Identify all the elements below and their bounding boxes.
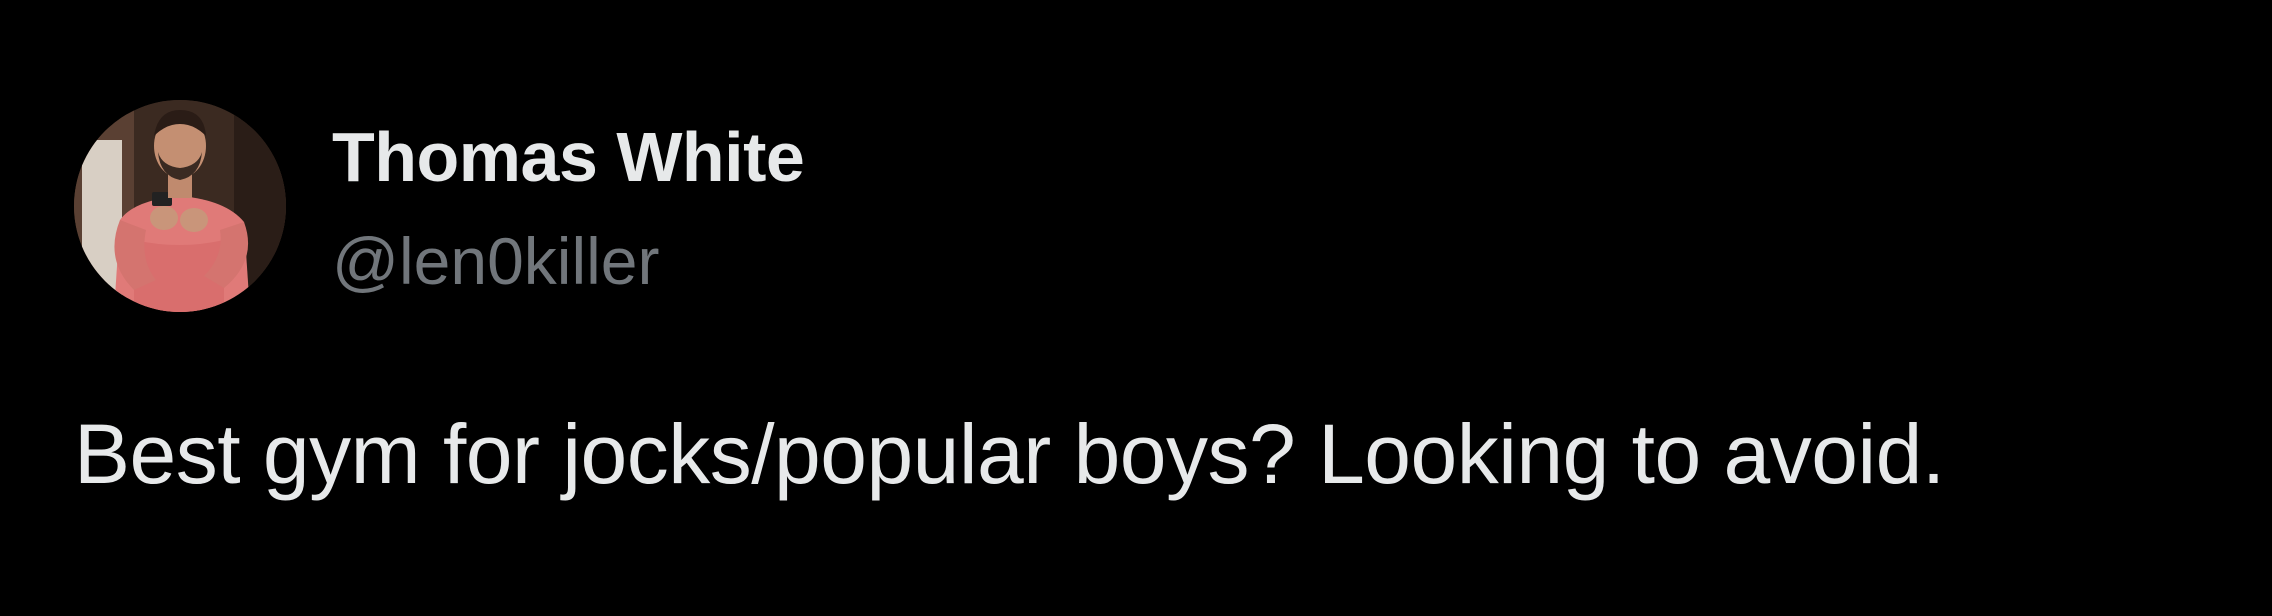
user-handle[interactable]: @len0killer <box>332 218 659 304</box>
avatar[interactable] <box>74 100 286 312</box>
avatar-photo <box>74 100 286 312</box>
tweet-card: Thomas White @len0killer Best gym for jo… <box>0 0 2272 616</box>
display-name[interactable]: Thomas White <box>332 112 805 202</box>
tweet-text: Best gym for jocks/popular boys? Looking… <box>74 407 1945 501</box>
